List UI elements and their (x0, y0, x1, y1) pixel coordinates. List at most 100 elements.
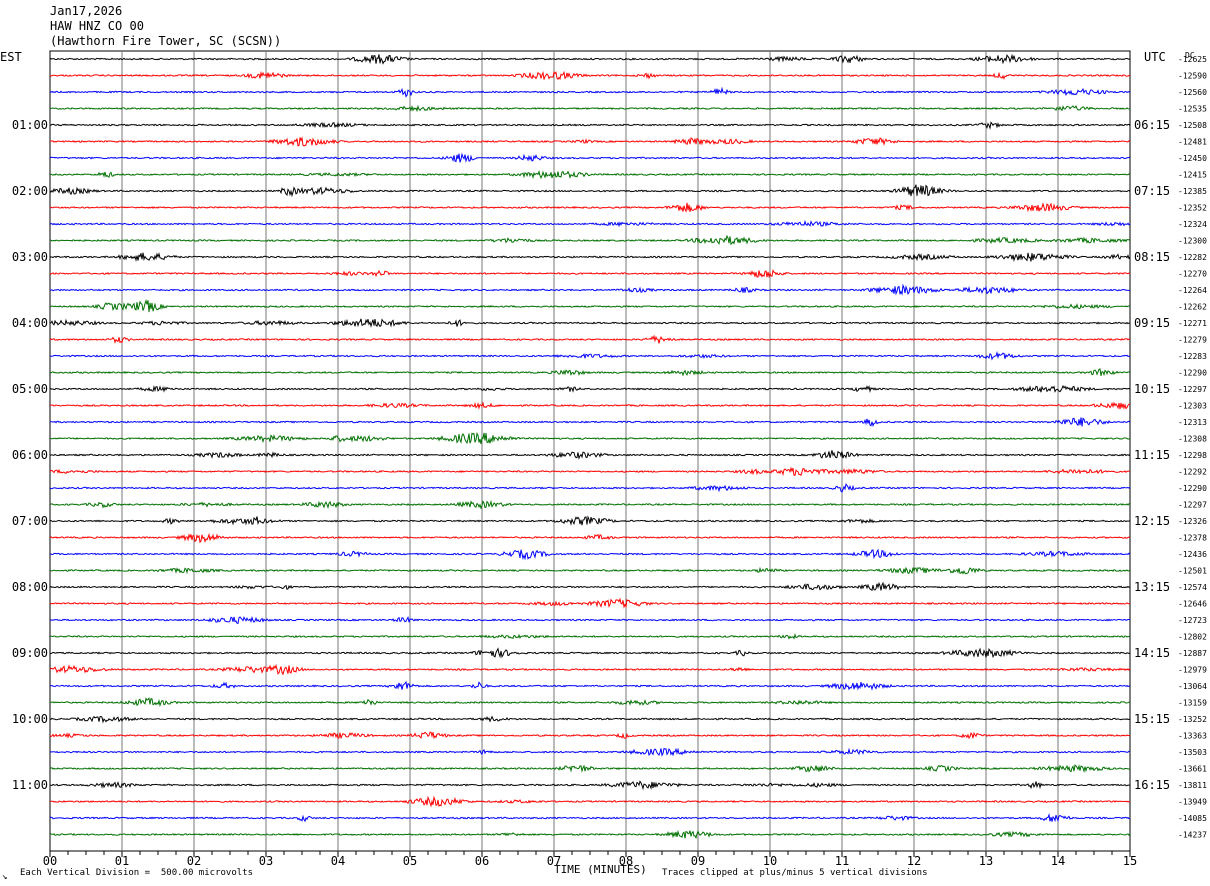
corner-mark: ↘ (2, 872, 8, 882)
trace-line (49, 269, 1131, 279)
trace-line (49, 515, 1131, 526)
trace-line (49, 431, 1131, 445)
trace-line (49, 532, 1131, 544)
dc-offset-label: -12378 (1178, 534, 1207, 543)
dc-offset-label: -13159 (1178, 699, 1207, 708)
trace-line (49, 368, 1131, 377)
dc-offset-label: -14085 (1178, 814, 1207, 823)
dc-offset-label: -12385 (1178, 187, 1207, 196)
trace-line (49, 715, 1131, 724)
left-timezone-label: EST (0, 50, 22, 64)
dc-offset-label: -13252 (1178, 715, 1207, 724)
trace-line (49, 350, 1131, 361)
trace-line (49, 152, 1131, 163)
right-hour-label: 11:15 (1134, 448, 1170, 462)
trace-line (49, 664, 1131, 676)
left-hour-label: 04:00 (12, 316, 48, 330)
dc-offset-label: -13064 (1178, 682, 1207, 691)
trace-line (49, 597, 1131, 609)
right-hour-label: 15:15 (1134, 712, 1170, 726)
dc-offset-label: -12560 (1178, 88, 1207, 97)
left-hour-label: 08:00 (12, 580, 48, 594)
trace-line (49, 680, 1131, 691)
x-tick-label: 02 (187, 854, 201, 868)
dc-offset-label: -12270 (1178, 270, 1207, 279)
trace-line (49, 252, 1131, 263)
left-hour-label: 09:00 (12, 646, 48, 660)
dc-offset-label: -12481 (1178, 138, 1207, 147)
left-hour-label: 02:00 (12, 184, 48, 198)
trace-line (49, 813, 1131, 823)
dc-offset-label: -12313 (1178, 418, 1207, 427)
trace-line (49, 780, 1131, 791)
right-hour-label: 06:15 (1134, 118, 1170, 132)
trace-line (49, 184, 1131, 198)
clip-note: Traces clipped at plus/minus 5 vertical … (662, 868, 928, 878)
trace-line (49, 234, 1131, 246)
dc-offset-label: -12501 (1178, 567, 1207, 576)
trace-line (49, 70, 1131, 81)
x-tick-label: 14 (1051, 854, 1065, 868)
x-axis-title: TIME (MINUTES) (554, 863, 647, 876)
trace-line (49, 417, 1131, 427)
dc-offset-label: -12271 (1178, 319, 1207, 328)
dc-offset-label: -12450 (1178, 154, 1207, 163)
dc-header-label: DC (1185, 51, 1195, 60)
dc-offset-label: -12887 (1178, 649, 1207, 658)
trace-line (49, 764, 1131, 773)
plot-frame (49, 50, 1131, 852)
right-hour-label: 07:15 (1134, 184, 1170, 198)
trace-line (49, 581, 1131, 591)
trace-line (49, 104, 1130, 113)
dc-offset-label: -12436 (1178, 550, 1207, 559)
dc-offset-label: -12279 (1178, 336, 1207, 345)
dc-offset-label: -12723 (1178, 616, 1207, 625)
dc-offset-label: -12326 (1178, 517, 1207, 526)
right-hour-label: 10:15 (1134, 382, 1170, 396)
trace-line (49, 697, 1131, 708)
x-tick-label: 10 (763, 854, 777, 868)
trace-line (49, 86, 1131, 98)
left-hour-label: 01:00 (12, 118, 48, 132)
left-hour-label: 03:00 (12, 250, 48, 264)
dc-offset-label: -12303 (1178, 402, 1207, 411)
dc-offset-label: -12324 (1178, 220, 1207, 229)
dc-offset-label: -13661 (1178, 765, 1207, 774)
right-hour-label: 14:15 (1134, 646, 1170, 660)
x-tick-label: 01 (115, 854, 129, 868)
trace-line (49, 829, 1131, 840)
x-tick-label: 03 (259, 854, 273, 868)
dc-offset-label: -12282 (1178, 253, 1207, 262)
dc-offset-label: -12290 (1178, 369, 1207, 378)
dc-offset-label: -12262 (1178, 303, 1207, 312)
trace-line (49, 219, 1131, 228)
x-tick-label: 06 (475, 854, 489, 868)
trace-line (49, 647, 1131, 659)
trace-line (49, 401, 1131, 411)
dc-offset-label: -14237 (1178, 831, 1207, 840)
left-hour-label: 05:00 (12, 382, 48, 396)
right-timezone-label: UTC (1144, 50, 1166, 64)
trace-line (49, 202, 1131, 213)
left-hour-label: 07:00 (12, 514, 48, 528)
dc-offset-label: -12298 (1178, 451, 1207, 460)
right-hour-label: 13:15 (1134, 580, 1170, 594)
trace-line (49, 170, 1131, 180)
left-hour-label: 11:00 (12, 778, 48, 792)
trace-line (49, 566, 1131, 575)
dc-offset-label: -12297 (1178, 385, 1207, 394)
dc-offset-label: -12300 (1178, 237, 1207, 246)
trace-line (49, 633, 1131, 640)
dc-offset-label: -12574 (1178, 583, 1207, 592)
x-tick-label: 04 (331, 854, 345, 868)
trace-line (49, 299, 1131, 313)
trace-line (49, 483, 1131, 493)
trace-line (49, 731, 1131, 740)
dc-offset-label: -12308 (1178, 435, 1207, 444)
dc-offset-label: -12292 (1178, 468, 1207, 477)
trace-line (49, 53, 1131, 65)
dc-offset-label: -12297 (1178, 501, 1207, 510)
dc-offset-label: -13503 (1178, 748, 1207, 757)
trace-line (49, 466, 1131, 477)
left-hour-label: 06:00 (12, 448, 48, 462)
